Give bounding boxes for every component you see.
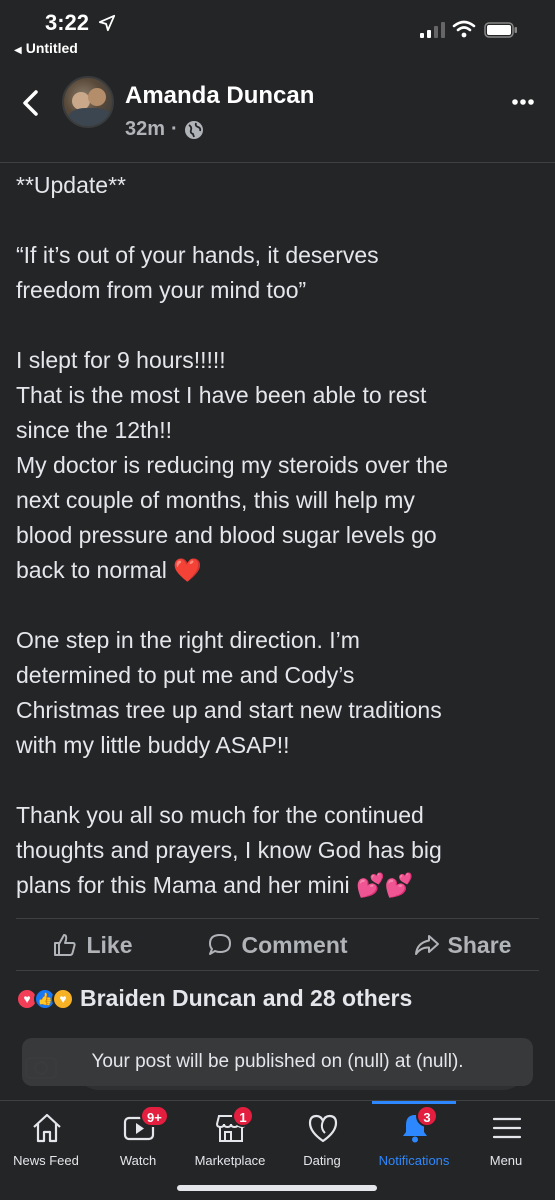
- battery-icon: [484, 22, 517, 38]
- tab-label: News Feed: [13, 1153, 79, 1168]
- active-tab-indicator: [372, 1101, 456, 1104]
- tab-label: Notifications: [378, 1153, 450, 1168]
- back-chevron-icon[interactable]: [20, 90, 42, 116]
- author-name[interactable]: Amanda Duncan: [125, 82, 314, 110]
- back-triangle-icon: ◀: [14, 45, 22, 56]
- post-line: My doctor is reducing my steroids over t…: [16, 452, 449, 478]
- home-icon: [33, 1113, 61, 1143]
- comment-bubble-icon: [209, 934, 232, 955]
- actions-divider-top: [16, 918, 539, 919]
- back-app-label: Untitled: [25, 40, 78, 56]
- post-line: **Update**: [16, 172, 126, 198]
- post-line: since the 12th!!: [16, 417, 172, 443]
- share-label: Share: [447, 931, 512, 958]
- location-arrow-icon: [98, 14, 116, 32]
- reactions-summary[interactable]: ♥ 👍 ♥ Braiden Duncan and 28 others: [16, 985, 412, 1012]
- post-line: with my little buddy ASAP!!: [16, 732, 290, 758]
- tab-label: Menu: [489, 1153, 523, 1168]
- watch-badge: 9+: [140, 1105, 169, 1127]
- post-line: Christmas tree up and start new traditio…: [16, 697, 442, 723]
- comment-button[interactable]: Comment: [185, 932, 370, 959]
- actions-divider-bottom: [16, 970, 539, 971]
- post-body: **Update** “If it’s out of your hands, i…: [16, 168, 541, 903]
- toast-text: Your post will be published on (null) at…: [91, 1051, 464, 1072]
- tab-marketplace[interactable]: 1 Marketplace: [184, 1101, 276, 1176]
- more-options-icon[interactable]: [511, 98, 535, 106]
- tab-label: Marketplace: [194, 1153, 266, 1168]
- two-hearts-emoji: 💕💕: [356, 872, 414, 898]
- notifications-badge: 3: [416, 1105, 438, 1127]
- meta-separator: ·: [171, 118, 178, 140]
- header-divider: [0, 162, 555, 163]
- post-header: Amanda Duncan 32m ·: [0, 68, 555, 162]
- tab-dating[interactable]: Dating: [276, 1101, 368, 1176]
- post-line: back to normal ❤️: [16, 553, 541, 588]
- tab-notifications[interactable]: 3 Notifications: [368, 1101, 460, 1176]
- post-line-text: plans for this Mama and her mini: [16, 872, 350, 898]
- post-line: next couple of months, this will help my: [16, 487, 415, 513]
- menu-icon: [492, 1117, 522, 1139]
- post-line-text: back to normal: [16, 557, 167, 583]
- tab-news-feed[interactable]: News Feed: [0, 1101, 92, 1176]
- like-button[interactable]: Like: [0, 932, 185, 959]
- marketplace-badge: 1: [232, 1105, 254, 1127]
- wifi-icon: [452, 20, 476, 38]
- thumbs-up-icon: [54, 934, 77, 956]
- tab-label: Watch: [119, 1153, 157, 1168]
- globe-icon: [184, 120, 203, 139]
- share-arrow-icon: [414, 935, 439, 955]
- post-line: blood pressure and blood sugar levels go: [16, 522, 437, 548]
- home-indicator[interactable]: [177, 1185, 377, 1191]
- post-line: Thank you all so much for the continued: [16, 802, 424, 828]
- share-button[interactable]: Share: [370, 932, 555, 959]
- post-line: determined to put me and Cody’s: [16, 662, 355, 688]
- post-line: One step in the right direction. I’m: [16, 627, 360, 653]
- post-line: plans for this Mama and her mini 💕💕: [16, 868, 541, 903]
- post-meta: 32m ·: [125, 118, 204, 141]
- reactions-text: Braiden Duncan and 28 others: [80, 985, 413, 1011]
- tab-watch[interactable]: 9+ Watch: [92, 1101, 184, 1176]
- tab-label: Dating: [303, 1153, 341, 1168]
- care-reaction-icon: ♥: [52, 987, 74, 1010]
- post-actions: Like Comment Share: [0, 920, 555, 970]
- red-heart-emoji: ❤️: [173, 557, 202, 583]
- post-line: thoughts and prayers, I know God has big: [16, 837, 442, 863]
- cellular-signal-icon: [420, 22, 445, 38]
- status-time: 3:22: [45, 10, 90, 35]
- post-time[interactable]: 32m: [125, 118, 165, 141]
- status-bar: 3:22 ◀ Untitled: [0, 0, 555, 62]
- dating-heart-icon: [308, 1114, 338, 1143]
- like-label: Like: [86, 931, 133, 958]
- tab-menu[interactable]: Menu: [460, 1101, 552, 1176]
- back-to-app-link[interactable]: ◀ Untitled: [14, 40, 78, 56]
- comment-label: Comment: [241, 931, 348, 958]
- post-line: “If it’s out of your hands, it deserves: [16, 242, 379, 268]
- toast-message: Your post will be published on (null) at…: [22, 1038, 533, 1086]
- post-line: I slept for 9 hours!!!!!: [16, 347, 226, 373]
- avatar[interactable]: [62, 76, 114, 128]
- post-line: That is the most I have been able to res…: [16, 382, 427, 408]
- post-line: freedom from your mind too”: [16, 277, 307, 303]
